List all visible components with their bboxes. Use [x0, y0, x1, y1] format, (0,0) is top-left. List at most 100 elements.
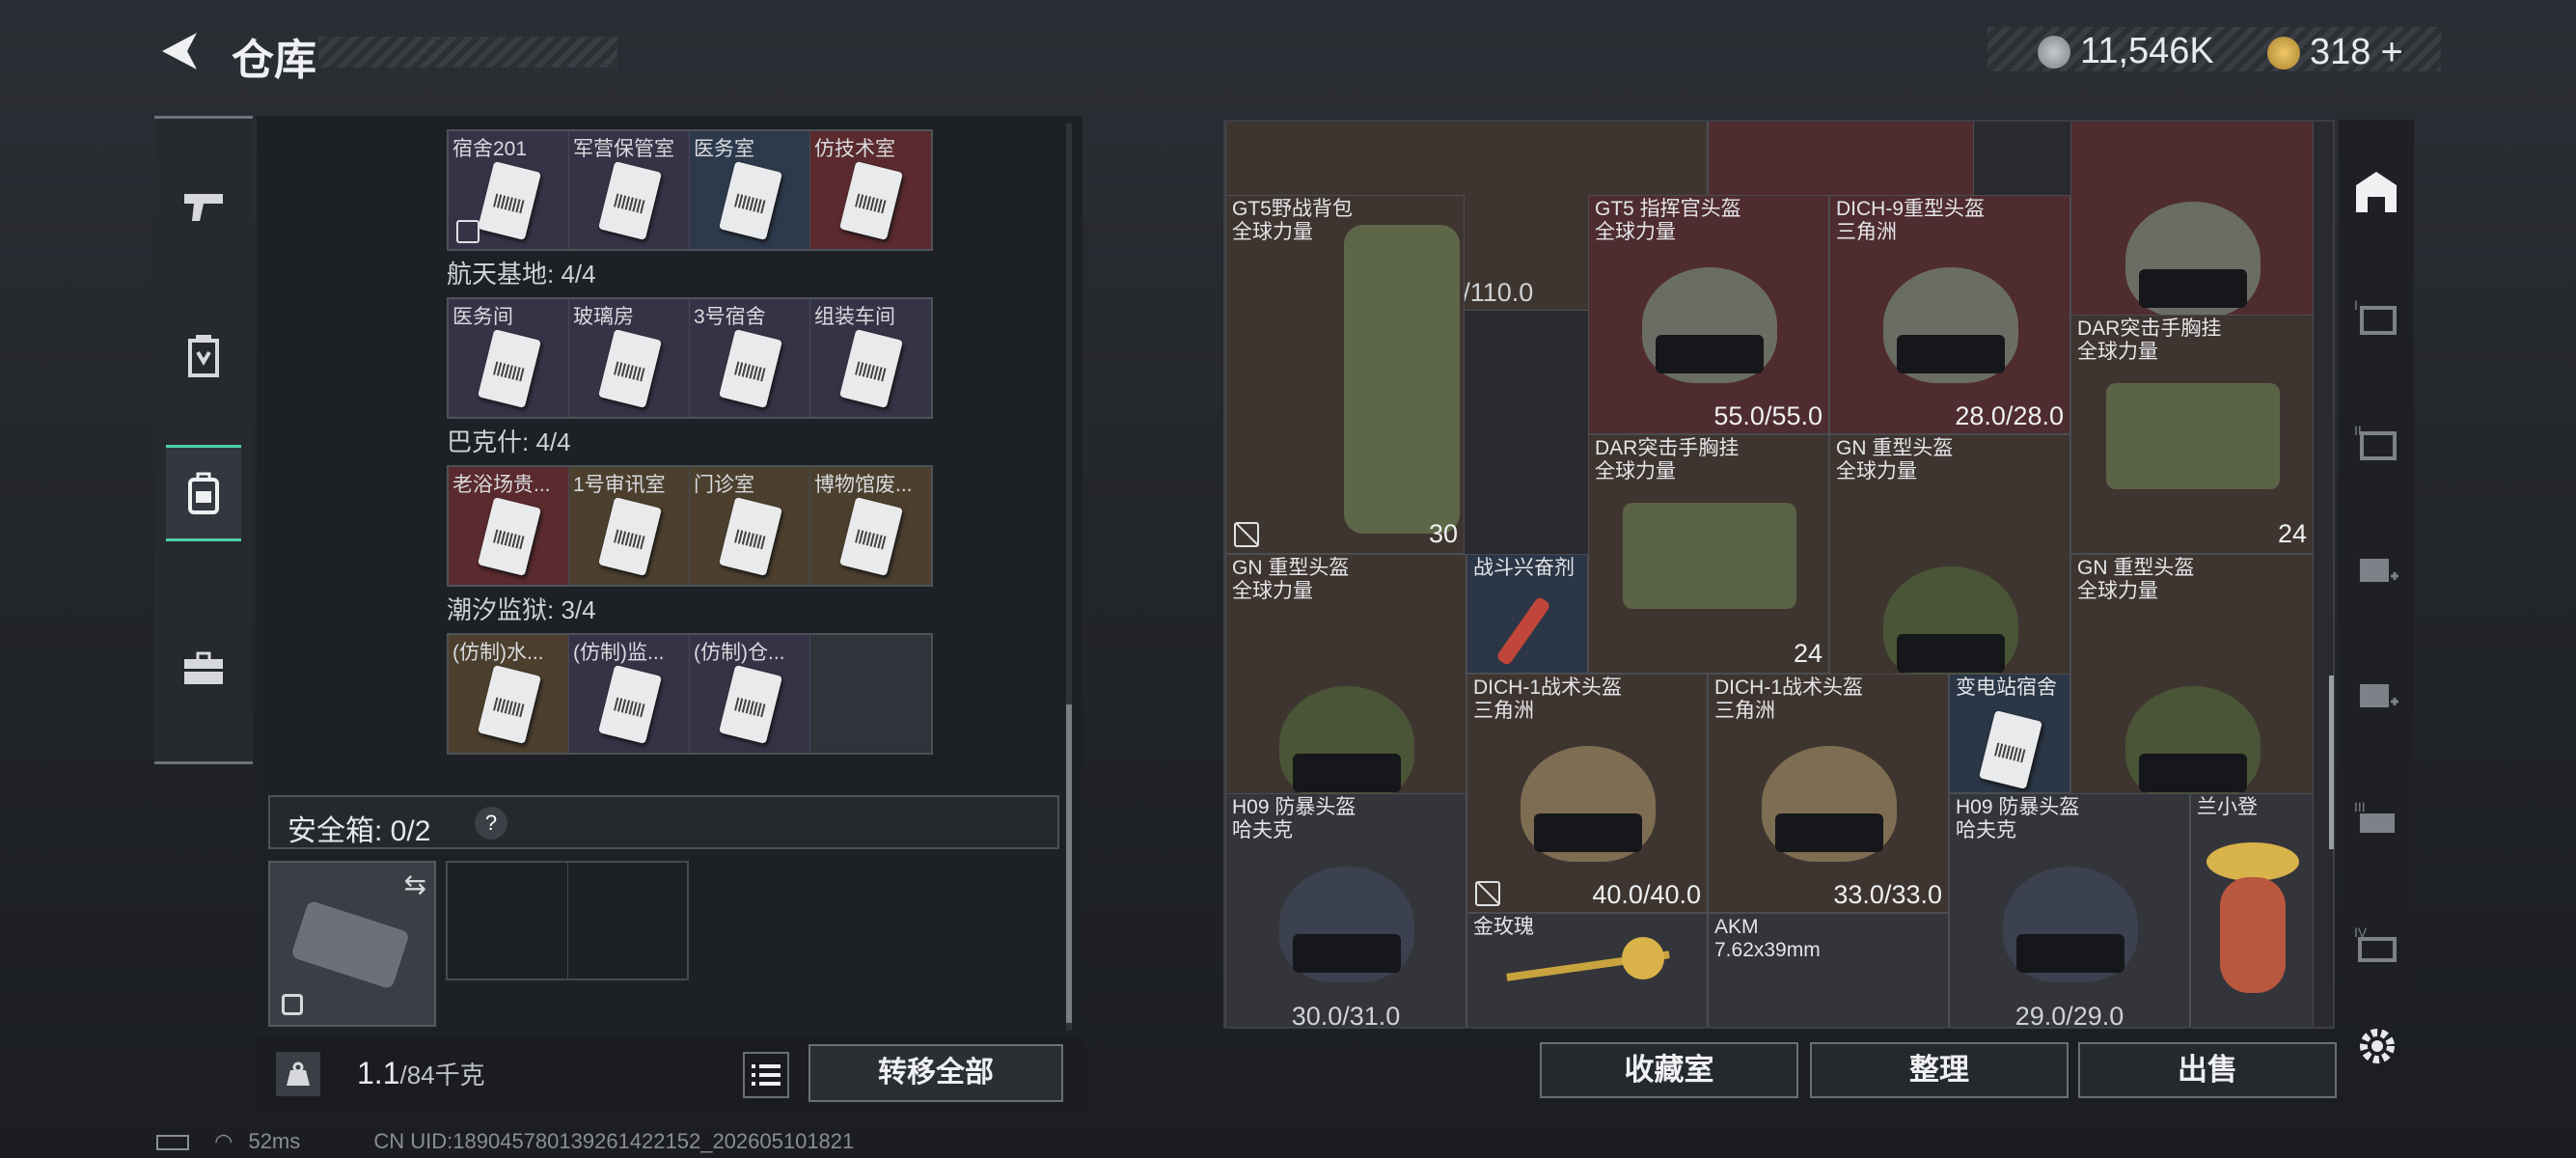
item-name: DAR突击手胸挂 全球力量 — [1595, 437, 1740, 482]
safe-slot[interactable] — [448, 863, 568, 979]
stash-item-dar2[interactable]: DAR突击手胸挂 全球力量 24 — [1588, 434, 1829, 674]
stash-item-keycard[interactable]: 变电站宿舍 — [1949, 674, 2070, 793]
durability-value: 33.0/33.0 — [1833, 880, 1942, 909]
token-icon — [2267, 36, 2300, 69]
group-title: 巴克什: 4/4 — [447, 427, 571, 456]
stash-item-akm[interactable]: AKM 7.62x39mm — [1708, 913, 1949, 1027]
plus-icon[interactable]: + — [2380, 31, 2402, 74]
safe-box-slots[interactable] — [446, 861, 689, 980]
keycard-slot[interactable]: 组装车间 — [810, 299, 931, 417]
visor-image — [1656, 335, 1764, 373]
uid-text: CN UID:18904578013926142215​2_2026051018… — [373, 1129, 855, 1153]
safe-box-item[interactable]: ⇆ — [268, 861, 436, 1027]
token-balance[interactable]: 318 + — [2267, 31, 2403, 74]
keycard-image — [598, 497, 662, 576]
keycard-slot[interactable]: 军营保管室 — [569, 131, 690, 249]
keycard-slot[interactable]: 门诊室 — [690, 467, 810, 585]
keycard-label: 仿技术室 — [814, 138, 895, 160]
left-scroll-thumb[interactable] — [1066, 704, 1072, 1023]
sort-button[interactable]: 整理 — [1810, 1042, 2069, 1098]
gear-icon[interactable] — [2354, 1023, 2400, 1069]
keycard-slot[interactable]: 3号宿舍 — [690, 299, 810, 417]
collection-room-button[interactable]: 收藏室 — [1540, 1042, 1798, 1098]
keycard-label: (仿制)水... — [452, 642, 544, 664]
category-nav — [154, 116, 253, 764]
keycard-slot[interactable]: 宿舍201 — [449, 131, 569, 249]
stash-tab-3[interactable]: III — [2352, 795, 2400, 843]
visor-image — [2016, 934, 2124, 973]
swap-icon[interactable]: ⇆ — [404, 868, 426, 900]
keycard-slot[interactable]: 老浴场贵... — [449, 467, 569, 585]
stash-scroll-thumb[interactable] — [2329, 676, 2334, 849]
keycard-image — [598, 161, 662, 240]
stash-item-dich9[interactable]: DICH-9重型头盔 三角洲 28.0/28.0 — [1829, 195, 2070, 434]
stash-tab-1[interactable]: I — [2352, 293, 2400, 342]
item-name: 金玫瑰 — [1473, 916, 1534, 938]
safe-slot[interactable] — [568, 863, 688, 979]
keycard-slot[interactable]: 1号审讯室 — [569, 467, 690, 585]
stash-item-dich1a[interactable]: DICH-1战术头盔 三角洲 40.0/40.0 — [1466, 674, 1708, 913]
item-name: GT5野战背包 全球力量 — [1232, 198, 1353, 243]
help-icon[interactable]: ? — [475, 807, 507, 840]
stash-tab-add-2[interactable] — [2352, 670, 2400, 718]
stash-tab-2[interactable]: II — [2352, 419, 2400, 467]
stash-item-h09b[interactable]: H09 防暴头盔 哈夫克 29.0/29.0 — [1949, 793, 2190, 1027]
visor-image — [1897, 634, 2005, 673]
capacity-count: 30 — [1428, 519, 1458, 548]
visor-image — [1775, 813, 1883, 852]
nav-armor[interactable] — [166, 308, 241, 404]
coin-icon — [2038, 35, 2070, 69]
keycard-slot[interactable]: 医务室 — [690, 131, 810, 249]
keycard-image — [1979, 710, 2042, 789]
stash-tab-add-1[interactable] — [2352, 544, 2400, 593]
stash-item-stim[interactable]: 战斗兴奋剂 — [1466, 554, 1588, 674]
safe-box-label: 安全箱: 0/2 — [288, 815, 431, 847]
keycard-slot[interactable]: (仿制)仓... — [690, 635, 810, 753]
back-arrow-icon[interactable] — [154, 27, 201, 75]
item-name: 变电站宿舍 — [1956, 676, 2057, 699]
durability-value: 28.0/28.0 — [1955, 401, 2064, 430]
weight-readout: 1.1/84千克 — [357, 1056, 485, 1091]
keycard-label: 1号审讯室 — [573, 474, 666, 496]
svg-text:II: II — [2354, 424, 2362, 438]
stash-tabs: I II III IV — [2339, 120, 2414, 1027]
chest-rig-image — [1623, 503, 1796, 609]
keycard-slot[interactable]: 博物馆废... — [810, 467, 931, 585]
stash-tab-home[interactable] — [2352, 168, 2400, 216]
stash-item-h09a[interactable]: H09 防暴头盔 哈夫克 30.0/31.0 — [1225, 793, 1466, 1029]
lock-icon — [282, 994, 303, 1015]
unbound-icon — [1475, 881, 1500, 906]
keycard-slot[interactable]: 玻璃房 — [569, 299, 690, 417]
stash-item-gt5helm[interactable]: GT5 指挥官头盔 全球力量 55.0/55.0 — [1588, 195, 1829, 434]
backpack-image — [1344, 225, 1460, 534]
keycard-slot[interactable]: (仿制)水... — [449, 635, 569, 753]
syringe-image — [1495, 595, 1551, 667]
sell-button[interactable]: 出售 — [2078, 1042, 2337, 1098]
backpack-icon — [188, 472, 219, 514]
unbound-icon — [1234, 522, 1259, 547]
stash-item-dich1b[interactable]: DICH-1战术头盔 三角洲 33.0/33.0 — [1708, 674, 1949, 913]
durability-value: 30.0/31.0 — [1291, 1002, 1401, 1029]
transfer-all-button[interactable]: 转移全部 — [808, 1044, 1063, 1102]
keycard-slot[interactable]: 医务间 — [449, 299, 569, 417]
visor-image — [2139, 754, 2247, 792]
stash-tab-4[interactable]: IV — [2352, 921, 2400, 969]
stash-item-backpack[interactable]: GT5野战背包 全球力量 30 — [1225, 195, 1465, 554]
keycard-slot[interactable]: 仿技术室 — [810, 131, 931, 249]
nav-weapons[interactable] — [166, 157, 241, 254]
stash-item-doll[interactable]: 兰小登 — [2190, 793, 2314, 1027]
svg-text:III: III — [2354, 800, 2366, 814]
nav-backpack[interactable] — [166, 445, 241, 541]
stash-item-dar1[interactable]: DAR突击手胸挂 全球力量 24 — [2070, 315, 2314, 554]
nav-toolbox[interactable] — [166, 620, 241, 717]
keycard-label: 医务间 — [452, 306, 513, 328]
item-name: DAR突击手胸挂 全球力量 — [2077, 317, 2222, 363]
list-view-button[interactable] — [743, 1052, 789, 1098]
keycard-slot[interactable]: (仿制)监... — [569, 635, 690, 753]
weight-max: /84千克 — [399, 1061, 485, 1089]
keycard-image — [598, 329, 662, 408]
stash-item-rose[interactable]: 金玫瑰 — [1466, 913, 1708, 1027]
keycard-label: 老浴场贵... — [452, 474, 551, 496]
keycard-slot[interactable] — [810, 635, 931, 753]
svg-text:IV: IV — [2354, 925, 2368, 940]
